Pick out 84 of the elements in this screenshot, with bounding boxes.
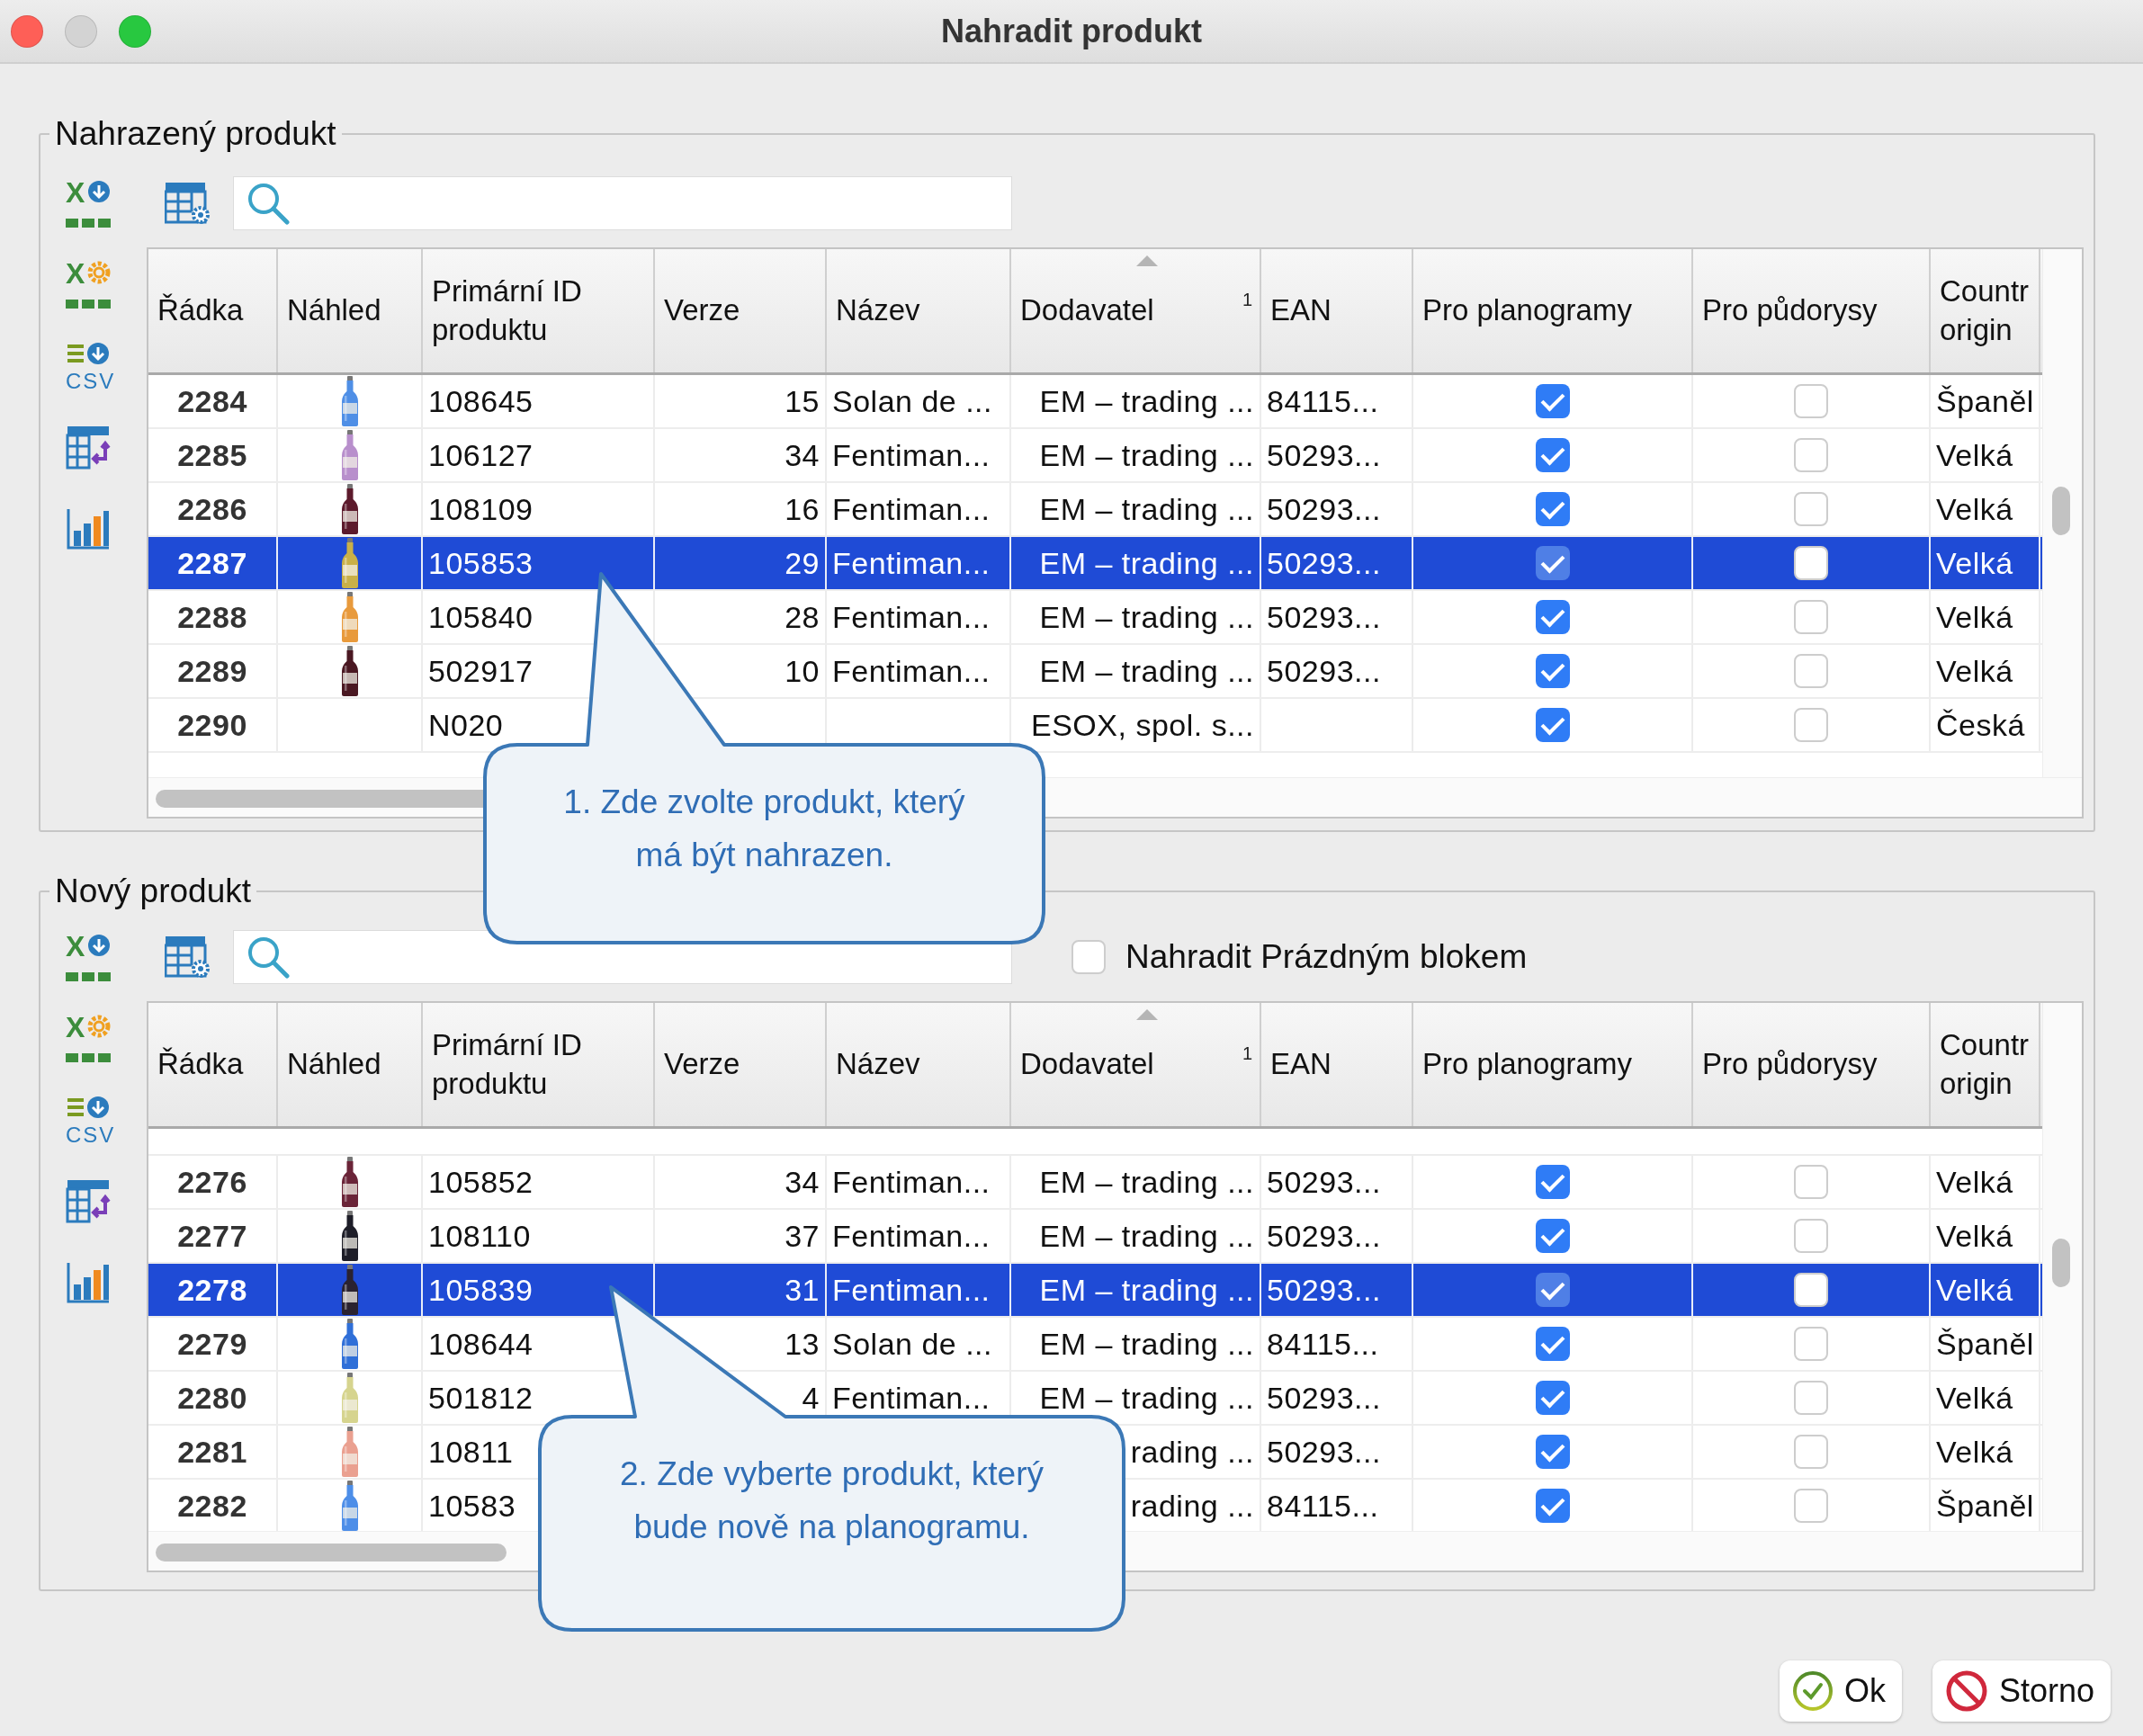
window-title: Nahradit produkt <box>941 12 1202 50</box>
table-cell: 50293... <box>1267 545 1381 581</box>
table-cell: Fentiman... <box>832 1218 991 1254</box>
table-cell: 34 <box>785 1164 820 1200</box>
table-cell: 105853 <box>428 545 534 581</box>
callout-text: 1. Zde zvolte produkt, který má být nahrazen. <box>562 783 966 876</box>
table-cell: EM – trading ... <box>1039 1218 1254 1254</box>
table-cell: 16 <box>785 491 820 527</box>
table-cell: EM – trading ... <box>1039 437 1254 473</box>
table-cell: Španěl <box>1936 383 2034 419</box>
table-cell: 501812 <box>428 1380 534 1416</box>
table-cell: 37 <box>785 1218 820 1254</box>
table-cell: 15 <box>785 383 820 419</box>
table-cell: Fentiman... <box>832 1164 991 1200</box>
table-cell: 502917 <box>428 653 534 689</box>
table-cell: 105839 <box>428 1272 534 1308</box>
table-cell: 108109 <box>428 491 534 527</box>
table-cell: 50293... <box>1267 1272 1381 1308</box>
table-cell: EM – trading ... <box>1039 491 1254 527</box>
table-cell: Fentiman... <box>832 1380 991 1416</box>
table-cell: Velká <box>1936 599 2013 635</box>
table-cell: ESOX, spol. s... <box>1031 707 1254 743</box>
table-cell: Velká <box>1936 545 2013 581</box>
table-cell: 50293... <box>1267 1218 1381 1254</box>
table-cell: 50293... <box>1267 437 1381 473</box>
table-cell: Velká <box>1936 1380 2013 1416</box>
table-cell: 108110 <box>428 1218 531 1254</box>
table-cell: Velká <box>1936 437 2013 473</box>
table-cell: Fentiman... <box>832 599 991 635</box>
table-cell: Fentiman... <box>832 653 991 689</box>
table-cell: 108645 <box>428 383 534 419</box>
table-cell: 50293... <box>1267 653 1381 689</box>
group-title: Nový produkt <box>54 872 252 910</box>
sort-index: 1 <box>1242 289 1252 311</box>
table-cell: rading ... <box>1130 1434 1254 1470</box>
sort-index: 1 <box>1242 1042 1252 1065</box>
table-cell: 29 <box>785 545 820 581</box>
table-cell: EM – trading ... <box>1039 1326 1254 1362</box>
table-cell: 28 <box>785 599 820 635</box>
table-cell: EM – trading ... <box>1039 1380 1254 1416</box>
table-cell: Velká <box>1936 653 2013 689</box>
table-cell: N020 <box>428 707 504 743</box>
table-cell: 10583 <box>428 1488 516 1524</box>
table-cell: 34 <box>785 437 820 473</box>
table-cell: 50293... <box>1267 599 1381 635</box>
table-cell: rading ... <box>1130 1488 1254 1524</box>
table-cell: 84115... <box>1267 383 1379 419</box>
table-cell: Španěl <box>1936 1326 2034 1362</box>
table-cell: 108644 <box>428 1326 534 1362</box>
table-cell: Velká <box>1936 1272 2013 1308</box>
table-cell: 10 <box>785 653 820 689</box>
table-cell: 10811 <box>428 1434 514 1470</box>
table-cell: Velká <box>1936 1434 2013 1470</box>
table-cell: Fentiman... <box>832 491 991 527</box>
table-cell: EM – trading ... <box>1039 1272 1254 1308</box>
table-cell: 4 <box>802 1380 820 1416</box>
table-cell: Fentiman... <box>832 1272 991 1308</box>
table-cell: 50293... <box>1267 1434 1381 1470</box>
table-cell: EM – trading ... <box>1039 599 1254 635</box>
table-cell: 50293... <box>1267 1380 1381 1416</box>
table-cell: 84115... <box>1267 1326 1379 1362</box>
group-title: Nahrazený produkt <box>54 115 337 153</box>
table-cell: EM – trading ... <box>1039 1164 1254 1200</box>
table-cell: EM – trading ... <box>1039 383 1254 419</box>
table-cell: Fentiman... <box>832 545 991 581</box>
table-cell: EM – trading ... <box>1039 653 1254 689</box>
table-cell: Velká <box>1936 491 2013 527</box>
table-cell: Solan de ... <box>832 1326 992 1362</box>
table-cell: Velká <box>1936 1164 2013 1200</box>
table-cell: Česká <box>1936 707 2025 743</box>
table-cell: 106127 <box>428 437 534 473</box>
table-cell: Velká <box>1936 1218 2013 1254</box>
table-cell: 13 <box>785 1326 820 1362</box>
table-cell: 31 <box>785 1272 820 1308</box>
table-cell: 50293... <box>1267 1164 1381 1200</box>
table-cell: 84115... <box>1267 1488 1379 1524</box>
table-cell: Španěl <box>1936 1488 2034 1524</box>
table-cell: Fentiman... <box>832 437 991 473</box>
table-cell: 105852 <box>428 1164 534 1200</box>
table-cell: 50293... <box>1267 491 1381 527</box>
table-cell: Solan de ... <box>832 383 992 419</box>
callout-text: 2. Zde vyberte produkt, který bude nově na planogramu. <box>619 1454 1045 1548</box>
table-cell: EM – trading ... <box>1039 545 1254 581</box>
table-cell: 105840 <box>428 599 534 635</box>
